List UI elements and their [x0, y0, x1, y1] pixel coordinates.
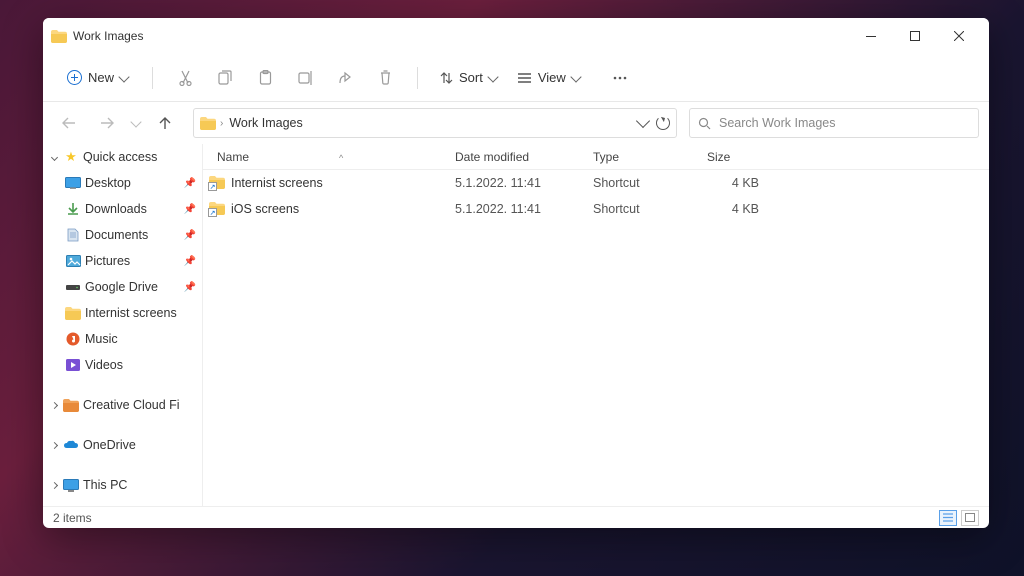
- sidebar-item-quick-access[interactable]: ★ Quick access: [43, 144, 202, 170]
- file-name: iOS screens: [231, 202, 299, 216]
- address-bar[interactable]: › Work Images: [193, 108, 677, 138]
- column-headers: Name^ Date modified Type Size: [203, 144, 989, 170]
- breadcrumb-segment[interactable]: Work Images: [227, 114, 304, 132]
- music-icon: [65, 332, 81, 346]
- pictures-icon: [65, 254, 81, 268]
- sidebar-item-creative-cloud[interactable]: Creative Cloud Fi: [43, 392, 202, 418]
- window-title: Work Images: [73, 29, 143, 43]
- chevron-down-icon: [118, 71, 129, 82]
- back-button[interactable]: [53, 107, 85, 139]
- pin-icon: 📌: [184, 256, 196, 267]
- sidebar-item-this-pc[interactable]: This PC: [43, 472, 202, 498]
- sidebar-item-music[interactable]: Music: [43, 326, 202, 352]
- new-button[interactable]: New: [57, 65, 138, 90]
- status-bar: 2 items: [43, 506, 989, 528]
- address-dropdown[interactable]: [636, 114, 650, 128]
- main-panel: Name^ Date modified Type Size ↗ Internis…: [203, 144, 989, 506]
- star-icon: ★: [63, 150, 79, 164]
- new-label: New: [88, 70, 114, 85]
- pin-icon: 📌: [184, 204, 196, 215]
- file-type: Shortcut: [583, 202, 697, 216]
- item-count: 2 items: [53, 511, 92, 525]
- folder-icon: [200, 117, 216, 130]
- maximize-button[interactable]: [893, 21, 937, 51]
- view-label: View: [538, 70, 566, 85]
- pin-icon: 📌: [184, 282, 196, 293]
- separator: [417, 67, 418, 89]
- onedrive-icon: [63, 438, 79, 452]
- toolbar: New Sort View: [43, 54, 989, 102]
- downloads-icon: [65, 202, 81, 216]
- search-icon: [698, 117, 711, 130]
- pin-icon: 📌: [184, 230, 196, 241]
- titlebar[interactable]: Work Images: [43, 18, 989, 54]
- chevron-down-icon: [487, 71, 498, 82]
- sidebar-item-pictures[interactable]: Pictures 📌: [43, 248, 202, 274]
- sidebar-item-desktop[interactable]: Desktop 📌: [43, 170, 202, 196]
- recent-dropdown[interactable]: [129, 107, 143, 139]
- more-button[interactable]: [602, 60, 638, 96]
- sort-button[interactable]: Sort: [432, 65, 505, 90]
- this-pc-icon: [63, 478, 79, 492]
- file-type: Shortcut: [583, 176, 697, 190]
- sidebar-item-videos[interactable]: Videos: [43, 352, 202, 378]
- search-placeholder: Search Work Images: [719, 116, 835, 130]
- folder-icon: [65, 306, 81, 320]
- paste-button[interactable]: [247, 60, 283, 96]
- details-view-button[interactable]: [939, 510, 957, 526]
- file-date: 5.1.2022. 11:41: [445, 176, 583, 190]
- sidebar-item-downloads[interactable]: Downloads 📌: [43, 196, 202, 222]
- pin-icon: 📌: [184, 178, 196, 189]
- col-name[interactable]: Name^: [203, 150, 445, 164]
- refresh-button[interactable]: [656, 116, 670, 130]
- breadcrumb-separator: ›: [220, 118, 223, 129]
- sort-label: Sort: [459, 70, 483, 85]
- address-row: › Work Images Search Work Images: [43, 102, 989, 144]
- drive-icon: [65, 280, 81, 294]
- documents-icon: [65, 228, 81, 242]
- share-button[interactable]: [327, 60, 363, 96]
- sidebar-item-internist-screens[interactable]: Internist screens: [43, 300, 202, 326]
- thumbnails-view-button[interactable]: [961, 510, 979, 526]
- sidebar-item-onedrive[interactable]: OneDrive: [43, 432, 202, 458]
- content: ★ Quick access Desktop 📌 Downloads 📌 Doc…: [43, 144, 989, 506]
- col-size[interactable]: Size: [697, 150, 769, 164]
- sidebar-item-google-drive[interactable]: Google Drive 📌: [43, 274, 202, 300]
- folder-shortcut-icon: ↗: [209, 176, 225, 190]
- view-button[interactable]: View: [509, 65, 588, 90]
- forward-button[interactable]: [91, 107, 123, 139]
- file-date: 5.1.2022. 11:41: [445, 202, 583, 216]
- videos-icon: [65, 358, 81, 372]
- sidebar-item-documents[interactable]: Documents 📌: [43, 222, 202, 248]
- file-explorer-window: Work Images New Sort View: [43, 18, 989, 528]
- rename-button[interactable]: [287, 60, 323, 96]
- file-list: ↗ Internist screens 5.1.2022. 11:41 Shor…: [203, 170, 989, 506]
- folder-icon: [51, 30, 67, 43]
- file-name: Internist screens: [231, 176, 323, 190]
- plus-icon: [67, 70, 82, 85]
- sort-icon: [440, 71, 453, 85]
- up-button[interactable]: [149, 107, 181, 139]
- file-size: 4 KB: [697, 202, 769, 216]
- file-row[interactable]: ↗ iOS screens 5.1.2022. 11:41 Shortcut 4…: [203, 196, 989, 222]
- file-size: 4 KB: [697, 176, 769, 190]
- col-type[interactable]: Type: [583, 150, 697, 164]
- close-button[interactable]: [937, 21, 981, 51]
- file-row[interactable]: ↗ Internist screens 5.1.2022. 11:41 Shor…: [203, 170, 989, 196]
- creative-cloud-icon: [63, 398, 79, 412]
- delete-button[interactable]: [367, 60, 403, 96]
- view-icon: [517, 72, 532, 84]
- desktop-icon: [65, 176, 81, 190]
- folder-shortcut-icon: ↗: [209, 202, 225, 216]
- minimize-button[interactable]: [849, 21, 893, 51]
- sidebar: ★ Quick access Desktop 📌 Downloads 📌 Doc…: [43, 144, 203, 506]
- cut-button[interactable]: [167, 60, 203, 96]
- chevron-down-icon: [570, 71, 581, 82]
- separator: [152, 67, 153, 89]
- copy-button[interactable]: [207, 60, 243, 96]
- col-date[interactable]: Date modified: [445, 150, 583, 164]
- search-box[interactable]: Search Work Images: [689, 108, 979, 138]
